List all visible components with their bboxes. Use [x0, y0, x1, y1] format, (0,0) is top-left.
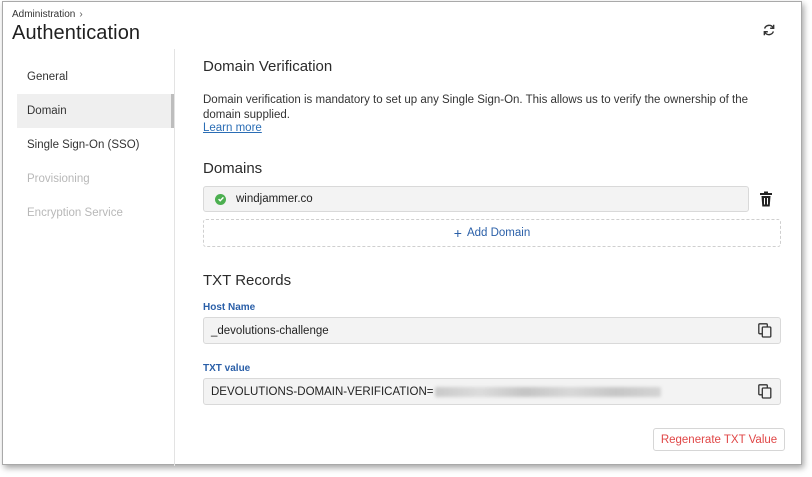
txt-value-label: TXT value: [203, 363, 251, 374]
txt-value-redacted: [435, 386, 662, 397]
breadcrumb: Administration ›: [12, 9, 83, 20]
section-title-domain-verification: Domain Verification: [203, 58, 333, 75]
regenerate-txt-value-button[interactable]: Regenerate TXT Value: [653, 428, 785, 451]
domain-verification-description: Domain verification is mandatory to set …: [203, 94, 749, 121]
host-name-field[interactable]: _devolutions-challenge: [203, 317, 781, 344]
add-domain-button[interactable]: + Add Domain: [203, 219, 781, 247]
verified-check-icon: [215, 193, 226, 205]
txt-value-prefix: DEVOLUTIONS-DOMAIN-VERIFICATION=: [211, 385, 434, 398]
copy-icon[interactable]: [758, 323, 772, 338]
learn-more-link[interactable]: Learn more: [203, 122, 262, 134]
sidebar-divider: [174, 49, 175, 466]
host-name-label: Host Name: [203, 302, 256, 313]
sidebar-item-sso[interactable]: Single Sign-On (SSO): [17, 128, 173, 162]
plus-icon: +: [453, 225, 462, 241]
sidebar-item-general[interactable]: General: [17, 60, 173, 94]
app-window: Administration › Authentication General …: [2, 1, 802, 466]
page-title: Authentication: [12, 22, 141, 44]
breadcrumb-administration[interactable]: Administration: [12, 9, 75, 20]
domain-name: windjammer.co: [236, 193, 313, 205]
sidebar-item-domain[interactable]: Domain: [17, 94, 175, 128]
host-name-value: _devolutions-challenge: [211, 324, 329, 337]
domain-row: windjammer.co: [203, 186, 749, 212]
add-domain-label: Add Domain: [466, 227, 531, 239]
txt-value-field[interactable]: DEVOLUTIONS-DOMAIN-VERIFICATION=: [203, 378, 781, 405]
refresh-icon[interactable]: [761, 22, 777, 38]
chevron-right-icon: ›: [79, 9, 83, 20]
sidebar-item-provisioning: Provisioning: [27, 173, 90, 185]
sidebar-item-encryption-service: Encryption Service: [27, 207, 123, 219]
trash-icon[interactable]: [759, 191, 775, 207]
copy-icon[interactable]: [758, 384, 772, 399]
section-title-domains: Domains: [203, 160, 263, 177]
section-title-txt-records: TXT Records: [203, 272, 292, 289]
sidebar: General Domain Single Sign-On (SSO) Prov…: [17, 60, 175, 230]
